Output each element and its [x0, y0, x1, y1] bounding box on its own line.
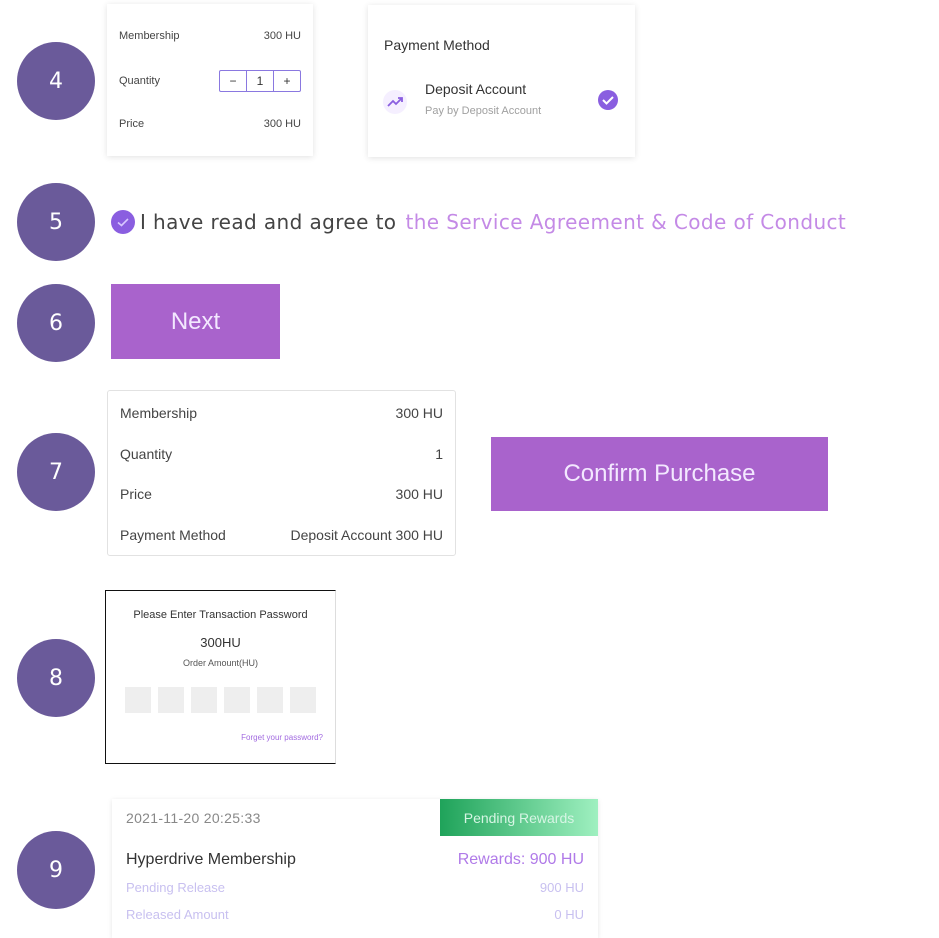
order-amount-label: Order Amount(HU)	[182, 658, 259, 668]
confirm-summary-card: Membership 300 HU Quantity 1 Price 300 H…	[107, 390, 456, 556]
password-digit-input[interactable]	[257, 687, 283, 713]
step-9-badge: 9	[17, 831, 95, 909]
summary-quantity-value: 1	[435, 446, 443, 462]
password-dialog-title: Please Enter Transaction Password	[133, 609, 308, 621]
summary-payment-value: Deposit Account 300 HU	[290, 527, 443, 543]
agreement-row: I have read and agree to the Service Agr…	[110, 208, 846, 236]
released-amount-value: 0 HU	[554, 907, 584, 922]
password-digit-input[interactable]	[125, 687, 151, 713]
check-circle-icon	[597, 89, 619, 111]
increment-button[interactable]: +	[273, 71, 300, 91]
record-timestamp: 2021-11-20 20:25:33	[126, 810, 261, 826]
agree-checkbox[interactable]	[110, 209, 136, 235]
step-5-badge: 5	[17, 183, 95, 261]
membership-value: 300 HU	[263, 30, 301, 42]
released-amount-label: Released Amount	[126, 907, 229, 922]
service-agreement-link[interactable]: the Service Agreement & Code of Conduct	[405, 210, 846, 234]
trend-up-icon	[382, 89, 408, 115]
step-8-badge: 8	[17, 639, 95, 717]
order-summary-card: Membership 300 HU Quantity − 1 + Price 3…	[107, 4, 313, 156]
payment-method-card: Payment Method Deposit Account Pay by De…	[368, 5, 635, 157]
decrement-button[interactable]: −	[220, 71, 246, 91]
price-label: Price	[119, 118, 145, 130]
summary-quantity-label: Quantity	[120, 446, 173, 462]
rewards-total: Rewards: 900 HU	[457, 851, 584, 868]
agree-text: I have read and agree to	[140, 210, 397, 234]
password-digit-input[interactable]	[158, 687, 184, 713]
reward-record-card: 2021-11-20 20:25:33 Pending Rewards Hype…	[112, 799, 598, 938]
deposit-account-desc: Pay by Deposit Account	[425, 105, 542, 117]
quantity-label: Quantity	[119, 75, 160, 87]
summary-price-label: Price	[120, 486, 152, 502]
pending-release-label: Pending Release	[126, 880, 226, 895]
price-value: 300 HU	[263, 118, 301, 130]
quantity-stepper[interactable]: − 1 +	[219, 70, 301, 92]
membership-label: Membership	[119, 30, 180, 42]
password-digit-inputs	[125, 687, 316, 713]
product-name: Hyperdrive Membership	[126, 851, 296, 868]
pending-release-value: 900 HU	[539, 880, 584, 895]
step-6-badge: 6	[17, 284, 95, 362]
deposit-account-name: Deposit Account	[425, 81, 527, 97]
forgot-password-link[interactable]: Forget your password?	[241, 733, 323, 742]
password-digit-input[interactable]	[191, 687, 217, 713]
step-7-badge: 7	[17, 433, 95, 511]
order-amount-value: 300HU	[200, 635, 241, 650]
quantity-input[interactable]: 1	[246, 71, 273, 91]
summary-price-value: 300 HU	[395, 486, 443, 502]
confirm-purchase-button[interactable]: Confirm Purchase	[491, 437, 828, 511]
summary-payment-label: Payment Method	[120, 527, 226, 543]
password-digit-input[interactable]	[224, 687, 250, 713]
summary-membership-value: 300 HU	[395, 405, 443, 421]
next-button[interactable]: Next	[111, 284, 280, 359]
summary-membership-label: Membership	[120, 405, 198, 421]
payment-method-title: Payment Method	[384, 37, 490, 53]
password-digit-input[interactable]	[290, 687, 316, 713]
payment-option-deposit[interactable]: Deposit Account Pay by Deposit Account	[382, 79, 622, 125]
pending-rewards-badge: Pending Rewards	[440, 799, 598, 836]
transaction-password-dialog: Please Enter Transaction Password 300HU …	[105, 590, 336, 764]
step-4-badge: 4	[17, 42, 95, 120]
